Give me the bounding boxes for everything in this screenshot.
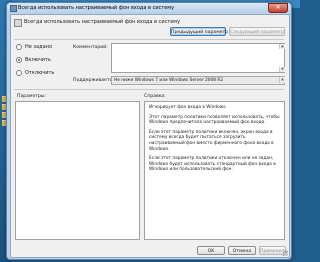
radio-not-configured[interactable]: Не задано xyxy=(16,43,52,50)
setting-icon xyxy=(14,19,22,27)
radio-not-configured-label: Не задано xyxy=(25,43,52,50)
next-setting-button[interactable]: Следующий параметр xyxy=(229,27,285,36)
help-panel: Игнорирует фон входа в Windows. Этот пар… xyxy=(144,101,285,240)
policy-title: Всегда использовать настраиваемый фон вх… xyxy=(24,19,181,25)
policy-dialog: Всегда использовать настраиваемый фон вх… xyxy=(6,2,292,260)
close-button[interactable]: ✕ xyxy=(268,3,288,13)
comment-scroll-down-icon[interactable]: ▼ xyxy=(279,67,285,72)
previous-setting-button[interactable]: Предыдущий параметр xyxy=(170,27,228,36)
help-paragraph: Если этот параметр политики отключен или… xyxy=(149,156,276,173)
apply-button[interactable]: Применить xyxy=(259,246,287,255)
radio-not-configured-dot[interactable] xyxy=(16,43,22,50)
dialog-body: Всегда использовать настраиваемый фон вх… xyxy=(10,14,290,258)
parameters-panel xyxy=(15,101,140,240)
radio-disabled[interactable]: Отключить xyxy=(16,69,54,76)
cancel-button[interactable]: Отмена xyxy=(228,246,256,255)
radio-enabled-label: Включить xyxy=(25,56,51,63)
help-paragraph: Если этот параметр политики включен, экр… xyxy=(149,129,274,152)
resize-grip-icon[interactable] xyxy=(283,251,288,256)
radio-disabled-label: Отключить xyxy=(25,69,55,76)
parameters-label: Параметры: xyxy=(17,94,47,99)
window-title: Всегда использовать настраиваемый фон вх… xyxy=(18,5,175,11)
ok-button[interactable]: OK xyxy=(197,246,225,255)
supported-scroll-icon[interactable]: ▲ xyxy=(279,77,285,83)
section-divider xyxy=(14,89,284,90)
radio-enabled-dot[interactable] xyxy=(16,56,22,63)
supported-label: Поддерживается: xyxy=(73,78,117,83)
comment-field[interactable] xyxy=(111,43,285,73)
radio-disabled-dot[interactable] xyxy=(16,69,22,76)
header-divider xyxy=(14,39,284,40)
comment-scroll-up-icon[interactable]: ▲ xyxy=(279,44,285,49)
help-label: Справка: xyxy=(144,94,166,99)
title-bar[interactable]: Всегда использовать настраиваемый фон вх… xyxy=(7,3,291,13)
help-paragraph: Игнорирует фон входа в Windows. xyxy=(149,105,227,110)
radio-enabled[interactable]: Включить xyxy=(16,56,51,63)
comment-label: Комментарий: xyxy=(73,45,108,50)
supported-value: Не ниже Windows 7 или Windows Server 200… xyxy=(111,76,285,85)
policy-icon xyxy=(10,5,17,12)
help-paragraph: Этот параметр политики позволяет использ… xyxy=(149,114,280,126)
